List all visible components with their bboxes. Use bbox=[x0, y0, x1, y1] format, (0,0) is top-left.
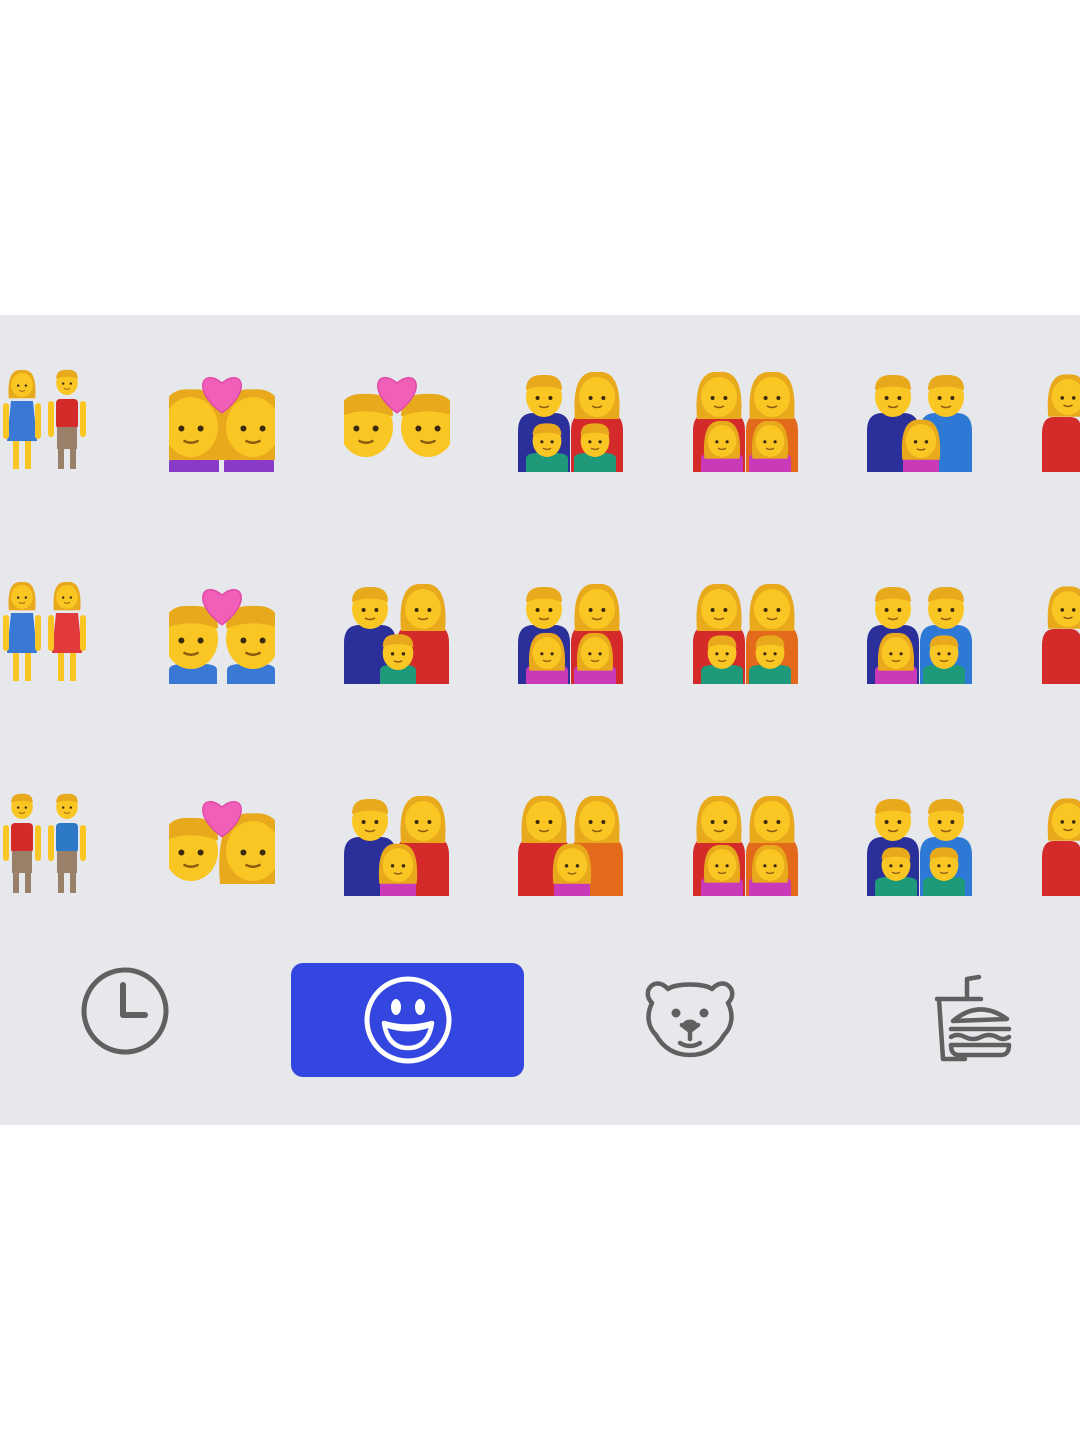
family-woman-woman-boy-boy-emoji-icon bbox=[693, 583, 798, 684]
family-man-man-girl-emoji-icon bbox=[867, 374, 972, 472]
category-bar bbox=[0, 955, 1080, 1125]
emoji-family-woman-woman-girl[interactable] bbox=[496, 769, 646, 919]
emoji-family-man-woman-boy-boy[interactable] bbox=[496, 345, 646, 495]
family-man-man-girl-boy-emoji-icon bbox=[867, 586, 972, 684]
family-partial-emoji-icon bbox=[1042, 586, 1080, 684]
clock-icon bbox=[81, 967, 169, 1055]
family-woman-woman-girl-girl-emoji-icon bbox=[693, 795, 798, 896]
emoji-couple-man-woman-holding-hands[interactable] bbox=[0, 345, 125, 495]
category-smileys-button[interactable] bbox=[291, 963, 524, 1077]
emoji-family-partial[interactable] bbox=[1020, 557, 1080, 707]
emoji-couple-with-heart-man-man[interactable] bbox=[147, 557, 297, 707]
emoji-grid bbox=[0, 315, 1080, 955]
burger-drink-icon bbox=[934, 974, 1012, 1062]
kiss-man-woman-emoji-icon bbox=[169, 800, 275, 884]
emoji-family-woman-woman-boy-boy[interactable] bbox=[671, 557, 821, 707]
emoji-family-man-man-boy-boy[interactable] bbox=[845, 769, 995, 919]
emoji-kiss-man-woman[interactable] bbox=[147, 769, 297, 919]
family-man-woman-boy-boy-emoji-icon bbox=[518, 371, 623, 472]
two-women-holding-hands-emoji-icon bbox=[3, 581, 86, 681]
emoji-family-man-woman-girl[interactable] bbox=[322, 769, 472, 919]
category-animals-button[interactable] bbox=[610, 955, 770, 1075]
family-man-man-boy-boy-emoji-icon bbox=[867, 798, 972, 896]
emoji-family-man-man-girl[interactable] bbox=[845, 345, 995, 495]
emoji-family-partial[interactable] bbox=[1020, 769, 1080, 919]
family-partial-emoji-icon bbox=[1042, 374, 1080, 472]
emoji-kiss-woman-woman[interactable] bbox=[147, 345, 297, 495]
bear-icon bbox=[645, 981, 735, 1058]
emoji-two-women-holding-hands[interactable] bbox=[0, 557, 125, 707]
couple-man-woman-holding-hands-emoji-icon bbox=[3, 369, 86, 469]
kiss-woman-woman-emoji-icon bbox=[169, 376, 275, 472]
emoji-family-man-woman-boy[interactable] bbox=[322, 557, 472, 707]
family-man-woman-girl-emoji-icon bbox=[344, 795, 449, 896]
emoji-family-partial[interactable] bbox=[1020, 345, 1080, 495]
emoji-kiss-man-man[interactable] bbox=[322, 345, 472, 495]
emoji-family-man-man-girl-boy[interactable] bbox=[845, 557, 995, 707]
family-woman-woman-girl-emoji-icon bbox=[518, 795, 623, 896]
family-man-woman-girl-girl-emoji-icon bbox=[518, 583, 623, 684]
kiss-man-man-emoji-icon bbox=[344, 376, 450, 457]
emoji-family-woman-woman-girl-girl[interactable] bbox=[671, 769, 821, 919]
emoji-keyboard bbox=[0, 315, 1080, 1125]
family-partial-emoji-icon bbox=[1042, 798, 1080, 896]
emoji-two-men-holding-hands[interactable] bbox=[0, 769, 125, 919]
category-recent-button[interactable] bbox=[45, 955, 205, 1067]
couple-with-heart-man-man-emoji-icon bbox=[169, 588, 275, 684]
family-woman-woman-girl-girl-emoji-icon bbox=[693, 371, 798, 472]
emoji-family-man-woman-girl-girl[interactable] bbox=[496, 557, 646, 707]
smiley-icon bbox=[364, 976, 451, 1064]
emoji-family-woman-woman-girl-girl[interactable] bbox=[671, 345, 821, 495]
category-food-button[interactable] bbox=[895, 955, 1055, 1083]
family-man-woman-boy-emoji-icon bbox=[344, 583, 449, 684]
two-men-holding-hands-emoji-icon bbox=[3, 793, 86, 893]
